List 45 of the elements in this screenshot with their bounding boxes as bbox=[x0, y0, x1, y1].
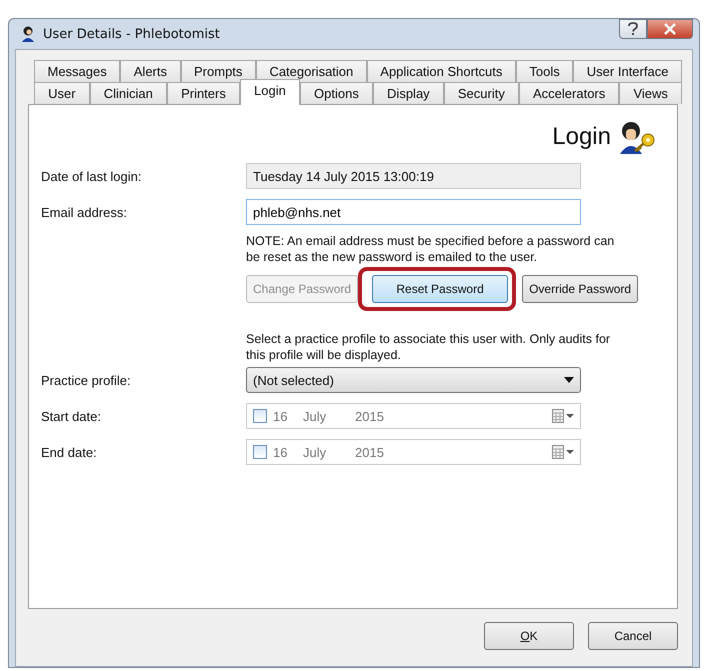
date-picker[interactable]: 16 July 2015 bbox=[246, 439, 581, 465]
help-button[interactable] bbox=[619, 19, 647, 39]
note-text: NOTE: An email address must be specified before a password can be reset as the new password is emailed to the user. bbox=[246, 233, 616, 265]
checkbox[interactable] bbox=[253, 409, 267, 423]
tab[interactable]: Tools bbox=[516, 60, 574, 82]
tab[interactable]: Alerts bbox=[120, 60, 181, 82]
close-icon bbox=[664, 23, 676, 35]
field-label: End date: bbox=[41, 444, 98, 460]
dropdown-arrow-icon bbox=[564, 377, 574, 383]
checkbox[interactable] bbox=[253, 445, 267, 459]
tab[interactable]: Prompts bbox=[180, 60, 256, 82]
window-title: User Details - Phlebotomist bbox=[43, 26, 221, 42]
email-field[interactable]: phleb@nhs.net bbox=[246, 199, 581, 225]
field-label: Practice profile: bbox=[41, 372, 132, 388]
tab[interactable]: Options bbox=[300, 82, 373, 104]
tab[interactable]: Security bbox=[444, 82, 519, 104]
note-text: Select a practice profile to associate this user with. Only audits for this profile will be displayed. bbox=[246, 331, 612, 363]
tab[interactable]: Application Shortcuts bbox=[366, 60, 516, 82]
person-icon bbox=[21, 26, 35, 42]
tab[interactable]: Categorisation bbox=[256, 60, 367, 82]
calendar-dropdown-icon bbox=[552, 409, 574, 423]
calendar-dropdown-icon bbox=[552, 445, 574, 459]
date-picker[interactable]: 16 July 2015 bbox=[246, 403, 581, 429]
button[interactable]: OK bbox=[484, 622, 574, 650]
tab[interactable]: Login bbox=[240, 79, 300, 105]
button[interactable]: Cancel bbox=[588, 622, 678, 650]
page-heading: Login bbox=[552, 123, 611, 151]
tab[interactable]: Display bbox=[372, 82, 444, 104]
button[interactable]: Override Password bbox=[522, 275, 638, 303]
tab[interactable]: User Interface bbox=[573, 60, 682, 82]
tab[interactable]: Clinician bbox=[90, 82, 167, 104]
dropdown[interactable]: (Not selected) bbox=[246, 367, 581, 393]
field-label: Email address: bbox=[41, 204, 128, 220]
tab[interactable]: Printers bbox=[166, 82, 240, 104]
field-label: Date of last login: bbox=[41, 168, 142, 184]
tab[interactable]: Views bbox=[619, 82, 682, 104]
tab[interactable]: Messages bbox=[34, 60, 120, 82]
tab[interactable]: Accelerators bbox=[518, 82, 620, 104]
button[interactable]: Reset Password bbox=[372, 275, 508, 303]
close-button[interactable] bbox=[647, 19, 693, 39]
read-only-field: Tuesday 14 July 2015 13:00:19 bbox=[246, 163, 581, 189]
tab[interactable]: User bbox=[34, 82, 90, 104]
person-key-icon bbox=[617, 120, 657, 154]
field-label: Start date: bbox=[41, 408, 102, 424]
help-icon bbox=[627, 22, 639, 36]
